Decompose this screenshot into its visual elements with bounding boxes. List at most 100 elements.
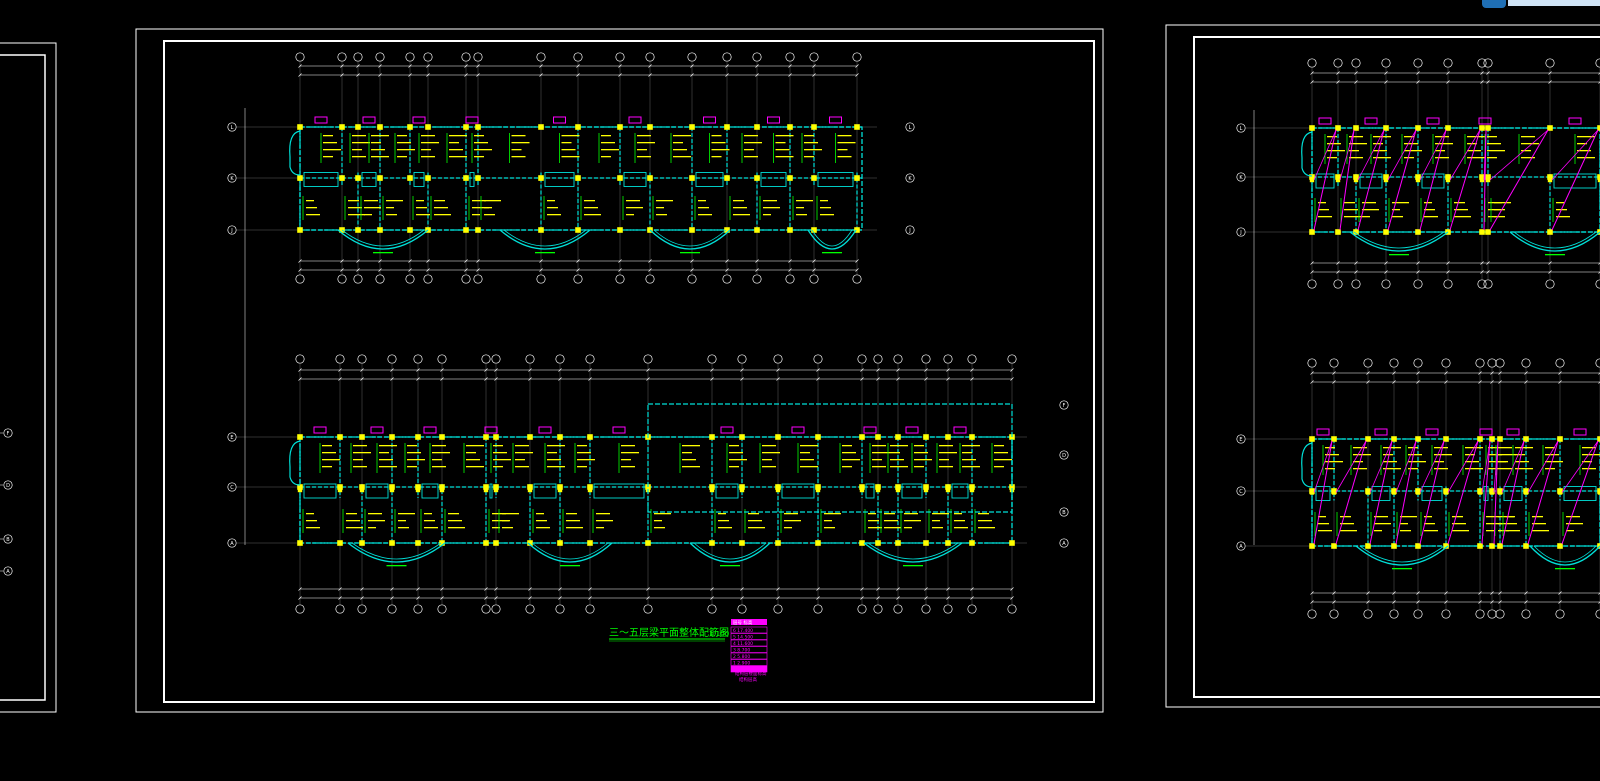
room-box xyxy=(817,172,854,187)
column xyxy=(297,227,303,233)
beam-annotation xyxy=(1454,216,1471,218)
balcony-label xyxy=(560,565,580,567)
column xyxy=(969,487,975,493)
beam-annotation xyxy=(323,142,337,144)
axis-bubble-top xyxy=(1381,58,1391,68)
beam-annotation xyxy=(868,527,882,529)
column xyxy=(483,434,489,440)
beam-annotation xyxy=(904,520,921,522)
axis-bubble-bottom xyxy=(1351,279,1361,289)
slab-mark xyxy=(362,116,376,124)
balcony-label xyxy=(720,565,740,567)
axis-bubble-top xyxy=(357,354,367,364)
slab-mark xyxy=(423,426,437,434)
beam-annotation xyxy=(804,149,822,151)
column xyxy=(787,124,793,130)
beam-annotation xyxy=(673,142,683,144)
column xyxy=(945,434,951,440)
axis-label: C xyxy=(230,485,234,491)
axis-bubble-bottom xyxy=(353,274,363,284)
beam-annotation xyxy=(1434,468,1448,470)
beam-annotation xyxy=(515,445,529,447)
axis-bubble-bottom xyxy=(752,274,762,284)
beam-annotation xyxy=(820,207,831,209)
axis-label: D xyxy=(6,483,10,489)
axis-bubble-top xyxy=(809,52,819,62)
beam-annotation xyxy=(654,520,662,522)
axis-bubble-top xyxy=(1555,358,1565,368)
axis-bubble-bottom xyxy=(873,604,883,614)
beam-annotation xyxy=(515,466,529,468)
beam-annotation xyxy=(1327,143,1341,145)
column xyxy=(527,487,533,493)
beam-annotation xyxy=(502,520,510,522)
balcony-label xyxy=(903,565,923,567)
column xyxy=(854,124,860,130)
axis-bubble-bottom xyxy=(437,604,447,614)
axis-bubble-top xyxy=(525,354,535,364)
beam-annotation xyxy=(596,513,610,515)
column xyxy=(923,434,929,440)
slab-mark xyxy=(1318,117,1332,125)
beam-annotation xyxy=(407,466,417,468)
axis-bubble-bottom xyxy=(1555,609,1565,619)
axis-bubble-bottom xyxy=(943,604,953,614)
beam-annotation xyxy=(1486,530,1494,532)
beam-annotation xyxy=(601,149,619,151)
room-box xyxy=(361,172,377,187)
axis-bubble-top xyxy=(353,52,363,62)
axis-bubble-bottom xyxy=(1595,279,1600,289)
column xyxy=(1485,125,1491,131)
slab-mark xyxy=(791,426,805,434)
beam-annotation xyxy=(962,445,980,447)
beam-annotation xyxy=(1400,530,1411,532)
axis-bubble-bottom xyxy=(536,274,546,284)
beam-annotation xyxy=(733,214,750,216)
axis-bubble-top xyxy=(461,52,471,62)
beam-annotation xyxy=(561,135,580,137)
beam-annotation xyxy=(398,520,406,522)
axis-label: E xyxy=(1239,437,1242,443)
beam-annotation xyxy=(978,527,995,529)
column xyxy=(775,434,781,440)
beam-annotation xyxy=(1487,136,1497,138)
axis-bubble-bottom xyxy=(1475,609,1485,619)
column xyxy=(945,487,951,493)
beam-annotation xyxy=(932,520,940,522)
beam-annotation xyxy=(421,156,435,158)
cad-drawing-canvas[interactable]: F D B A L K J L K J E C A F D B A L K J E C A 三～五层梁平面整体配筋图… xyxy=(0,0,1600,781)
beam-annotation xyxy=(1400,516,1417,518)
axis-bubble-bottom xyxy=(1363,609,1373,619)
axis-label: B xyxy=(6,537,10,543)
axis-bubble-top xyxy=(1521,358,1531,368)
beam-annotation xyxy=(577,459,595,461)
axis-bubble-bottom xyxy=(295,604,305,614)
beam-annotation xyxy=(352,135,366,137)
column xyxy=(1445,125,1451,131)
column xyxy=(355,176,361,181)
beam-annotation xyxy=(654,527,665,529)
beam-annotation xyxy=(800,452,810,454)
beam-annotation xyxy=(1404,150,1422,152)
slab-mark xyxy=(1478,117,1492,125)
column xyxy=(493,540,499,546)
beam-annotation xyxy=(407,459,425,461)
slab-mark xyxy=(829,116,842,124)
axis-bubble-top xyxy=(615,52,625,62)
beam-annotation xyxy=(733,200,744,202)
balcony-label xyxy=(1545,254,1565,256)
column xyxy=(1523,543,1529,549)
beam-annotation xyxy=(397,149,415,151)
column xyxy=(538,227,544,233)
column xyxy=(709,540,715,546)
beam-annotation xyxy=(1506,523,1517,525)
beam-annotation xyxy=(1465,468,1483,470)
room-box xyxy=(489,483,493,499)
slab-mark xyxy=(905,426,919,434)
beam-annotation xyxy=(775,135,794,137)
beam-annotation xyxy=(626,200,640,202)
beam-annotation xyxy=(884,513,895,515)
beam-annotation xyxy=(626,207,643,209)
beam-annotation xyxy=(837,156,852,158)
column xyxy=(1445,177,1451,183)
